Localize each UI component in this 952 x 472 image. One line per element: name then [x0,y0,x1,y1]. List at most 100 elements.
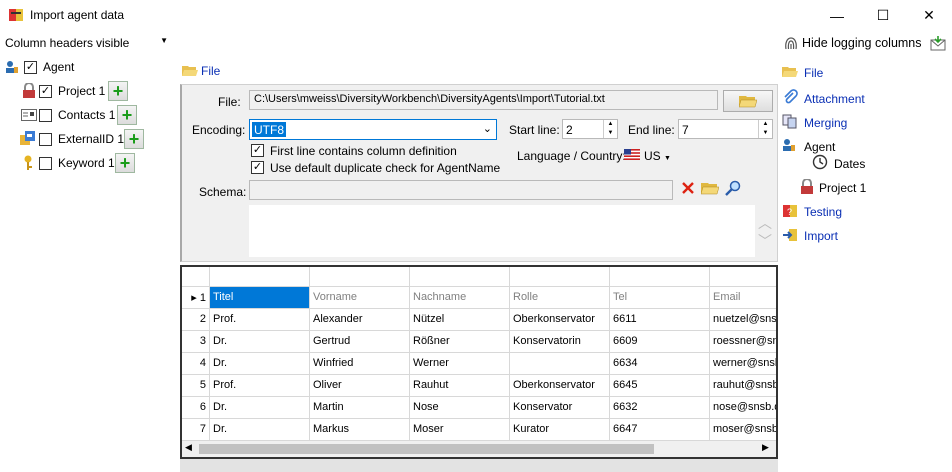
scroll-thumb[interactable] [199,444,654,454]
data-grid[interactable]: ▸ 1 Titel Vorname Nachname Rolle Tel Email 2 Pro… [180,265,778,459]
chevron-down-icon[interactable]: ﹀ [758,231,772,251]
row-header[interactable]: 5 [182,375,210,397]
column-header-cell[interactable] [410,267,510,287]
table-cell[interactable]: Martin [310,397,410,419]
table-cell[interactable]: Kurator [510,419,610,441]
table-cell[interactable]: 6632 [610,397,710,419]
header-row-cell[interactable]: Nachname [410,287,510,309]
tree-item-external-id[interactable]: ExternalID 1 [58,132,124,146]
nav-dates[interactable]: Dates [834,157,865,171]
row-header[interactable]: 4 [182,353,210,375]
minimize-button[interactable]: — [814,0,860,31]
language-select[interactable]: US ▼ [644,149,671,163]
nav-attachment[interactable]: Attachment [804,92,865,106]
table-cell[interactable]: Werner [410,353,510,375]
nav-file[interactable]: File [804,66,823,80]
column-header-cell[interactable] [510,267,610,287]
column-header-cell[interactable] [182,267,210,287]
table-cell[interactable]: Winfried [310,353,410,375]
search-schema-icon[interactable] [725,180,741,196]
hide-logging-button[interactable]: Hide logging columns [802,36,922,50]
table-cell[interactable]: nuetzel@snsb. [710,309,776,331]
scroll-right-icon[interactable]: ▶ [762,442,769,453]
row-header[interactable]: 7 [182,419,210,441]
browse-file-button[interactable] [723,90,773,112]
row-header[interactable]: 2 [182,309,210,331]
table-cell[interactable]: rauhut@snsb. [710,375,776,397]
maximize-button[interactable]: ☐ [860,0,906,31]
file-path-field[interactable]: C:\Users\mweiss\DiversityWorkbench\Diver… [249,90,718,110]
row-header[interactable]: 3 [182,331,210,353]
table-cell[interactable]: Oliver [310,375,410,397]
table-cell[interactable]: 6611 [610,309,710,331]
table-cell[interactable]: moser@snsb. [710,419,776,441]
table-cell[interactable]: roessner@snsb [710,331,776,353]
external-id-checkbox[interactable] [39,133,52,146]
table-cell[interactable]: Dr. [210,353,310,375]
project-checkbox[interactable]: ✓ [39,85,52,98]
tree-item-project[interactable]: Project 1 [58,84,105,98]
table-cell[interactable]: 6645 [610,375,710,397]
table-cell[interactable]: Nützel [410,309,510,331]
table-cell[interactable]: Moser [410,419,510,441]
chevron-up-icon[interactable]: ︿ [758,213,772,233]
column-header-cell[interactable] [710,267,776,287]
clear-schema-icon[interactable] [681,181,695,195]
header-row-cell[interactable]: Tel [610,287,710,309]
row-header[interactable]: ▸ 1 [182,287,210,309]
table-cell[interactable]: Nose [410,397,510,419]
table-cell[interactable]: 6634 [610,353,710,375]
table-cell[interactable]: Konservatorin [510,331,610,353]
table-cell[interactable]: Alexander [310,309,410,331]
scroll-left-icon[interactable]: ◀ [185,442,192,453]
spin-arrows-icon[interactable]: ▲ ▼ [758,120,772,138]
header-row-cell[interactable]: Email [710,287,776,309]
nav-project[interactable]: Project 1 [819,181,866,195]
first-line-checkbox[interactable]: ✓ [251,144,264,157]
table-cell[interactable]: Rauhut [410,375,510,397]
open-schema-icon[interactable] [701,181,719,195]
spin-arrows-icon[interactable]: ▲ ▼ [603,120,617,138]
add-keyword-button[interactable]: + [115,153,135,173]
column-header-cell[interactable] [610,267,710,287]
dup-check-checkbox[interactable]: ✓ [251,161,264,174]
table-cell[interactable]: Markus [310,419,410,441]
table-cell[interactable]: Konservator [510,397,610,419]
nav-agent[interactable]: Agent [804,140,835,154]
column-header-cell[interactable] [310,267,410,287]
table-cell[interactable]: Dr. [210,397,310,419]
add-project-button[interactable]: + [108,81,128,101]
tree-item-contacts[interactable]: Contacts 1 [58,108,115,122]
add-contacts-button[interactable]: + [117,105,137,125]
table-cell[interactable]: 6647 [610,419,710,441]
table-cell[interactable]: Rößner [410,331,510,353]
table-cell[interactable]: Dr. [210,331,310,353]
add-external-id-button[interactable]: + [124,129,144,149]
table-cell[interactable]: Prof. [210,309,310,331]
header-row-cell[interactable]: Vorname [310,287,410,309]
table-cell[interactable]: Prof. [210,375,310,397]
table-cell[interactable] [510,353,610,375]
schema-field[interactable] [249,180,673,200]
table-cell[interactable]: werner@snsb. [710,353,776,375]
table-cell[interactable]: Gertrud [310,331,410,353]
table-cell[interactable]: Oberkonservator [510,375,610,397]
table-cell[interactable]: 6609 [610,331,710,353]
tree-item-keyword[interactable]: Keyword 1 [58,156,115,170]
table-cell[interactable]: nose@snsb.d [710,397,776,419]
start-line-stepper[interactable]: 2 ▲ ▼ [562,119,618,139]
row-header[interactable]: 6 [182,397,210,419]
header-row-cell[interactable]: Rolle [510,287,610,309]
encoding-select[interactable]: UTF8 ⌄ [249,119,497,140]
keyword-checkbox[interactable] [39,157,52,170]
mail-icon[interactable] [930,35,946,51]
nav-import[interactable]: Import [804,229,838,243]
contacts-checkbox[interactable] [39,109,52,122]
table-cell[interactable]: Dr. [210,419,310,441]
nav-merging[interactable]: Merging [804,116,847,130]
horizontal-scrollbar[interactable]: ◀ ▶ [182,441,776,457]
table-cell[interactable]: Oberkonservator [510,309,610,331]
tree-item-agent[interactable]: Agent [43,60,74,74]
agent-checkbox[interactable]: ✓ [24,61,37,74]
column-headers-select[interactable]: visible ▼ [92,33,170,53]
